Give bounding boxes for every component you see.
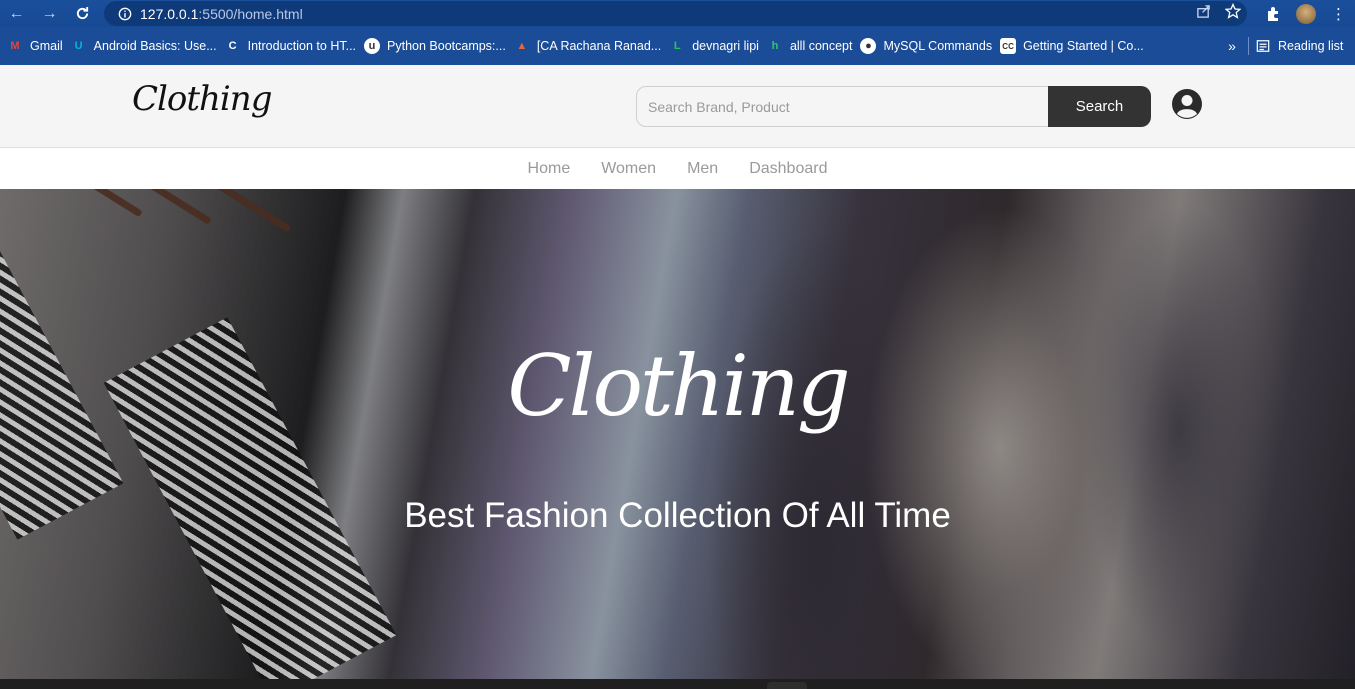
bookmark-item[interactable]: ▲ [CA Rachana Ranad... [514, 33, 669, 59]
bookmark-label: Python Bootcamps:... [387, 39, 506, 53]
bookmark-item[interactable]: h alll concept [767, 33, 861, 59]
udacity-icon: U [74, 40, 83, 52]
bookmark-label: [CA Rachana Ranad... [536, 39, 662, 53]
reading-list-button[interactable]: Reading list [1256, 27, 1343, 65]
address-bar[interactable]: 127.0.0.1:5500/home.html [104, 1, 1247, 26]
bookmark-label: alll concept [789, 39, 853, 53]
bookmark-label: devnagri lipi [692, 39, 759, 53]
codecademy-icon: C [228, 40, 237, 52]
udemy-icon: u [364, 38, 381, 54]
site-header: Clothing Search [0, 65, 1355, 148]
bookmark-item[interactable]: C Introduction to HT... [225, 33, 364, 59]
bookmark-label: MySQL Commands [883, 39, 993, 53]
gmail-icon: M [10, 40, 20, 52]
profile-avatar[interactable] [1289, 0, 1322, 27]
site-logo[interactable]: Clothing [132, 79, 272, 119]
bookmark-label: Getting Started | Co... [1023, 39, 1144, 53]
nav-link-men[interactable]: Men [687, 160, 718, 178]
bookmark-label: Android Basics: Use... [93, 39, 217, 53]
search-input[interactable] [636, 86, 1050, 127]
bookmark-label: Introduction to HT... [247, 39, 357, 53]
reading-list-label: Reading list [1278, 39, 1344, 53]
footer-strip [0, 679, 1355, 689]
nav-link-women[interactable]: Women [601, 160, 656, 178]
bookmark-item[interactable]: u Python Bootcamps:... [364, 33, 514, 59]
address-url: 127.0.0.1:5500/home.html [140, 6, 303, 22]
bookmark-item[interactable]: U Android Basics: Use... [71, 33, 225, 59]
hackerrank-icon: h [771, 40, 779, 52]
user-account-icon[interactable] [1171, 88, 1203, 120]
bracket-icon: L [673, 40, 681, 52]
hanger-decoration [37, 189, 143, 218]
bookmark-star-icon[interactable] [1224, 2, 1242, 24]
bookmark-label: Gmail [30, 39, 63, 53]
bookmark-item[interactable]: Ldevnagri lipi [669, 33, 767, 59]
flame-icon: ▲ [516, 40, 528, 52]
nav-link-dashboard[interactable]: Dashboard [749, 160, 827, 178]
reload-icon[interactable] [66, 0, 99, 27]
hero-banner: Clothing Best Fashion Collection Of All … [0, 189, 1355, 679]
bookmark-item[interactable]: CC Getting Started | Co... [1000, 33, 1152, 59]
cc-icon: CC [1000, 38, 1017, 54]
nav-link-home[interactable]: Home [528, 160, 571, 178]
share-icon[interactable] [1196, 4, 1211, 24]
bookmarks-bar: M Gmail U Android Basics: Use... C Introducti… [0, 27, 1355, 65]
bookmark-item[interactable]: M Gmail [7, 33, 71, 59]
kebab-menu-icon[interactable]: ⋮ [1322, 0, 1355, 27]
url-host: 127.0.0.1 [140, 5, 199, 22]
site-info-icon[interactable] [114, 3, 136, 25]
back-arrow-icon[interactable]: ← [0, 0, 33, 27]
globe-icon: ● [860, 38, 877, 54]
bookmark-item[interactable]: ● MySQL Commands [860, 33, 1000, 59]
url-path: :5500/home.html [198, 5, 303, 22]
hero-logo: Clothing [507, 337, 850, 435]
forward-arrow-icon[interactable]: → [33, 0, 66, 27]
reading-list-icon [1256, 39, 1270, 53]
hero-tagline: Best Fashion Collection Of All Time [404, 496, 951, 535]
bookmarks-overflow-icon[interactable]: » [1224, 27, 1240, 65]
search-button[interactable]: Search [1048, 86, 1151, 127]
main-nav: Home Women Men Dashboard [0, 148, 1355, 189]
browser-toolbar: ← → 127.0.0.1:5500/home.html ⋮ [0, 0, 1355, 27]
extensions-icon[interactable] [1256, 0, 1289, 27]
bookmarks-divider [1248, 37, 1249, 55]
